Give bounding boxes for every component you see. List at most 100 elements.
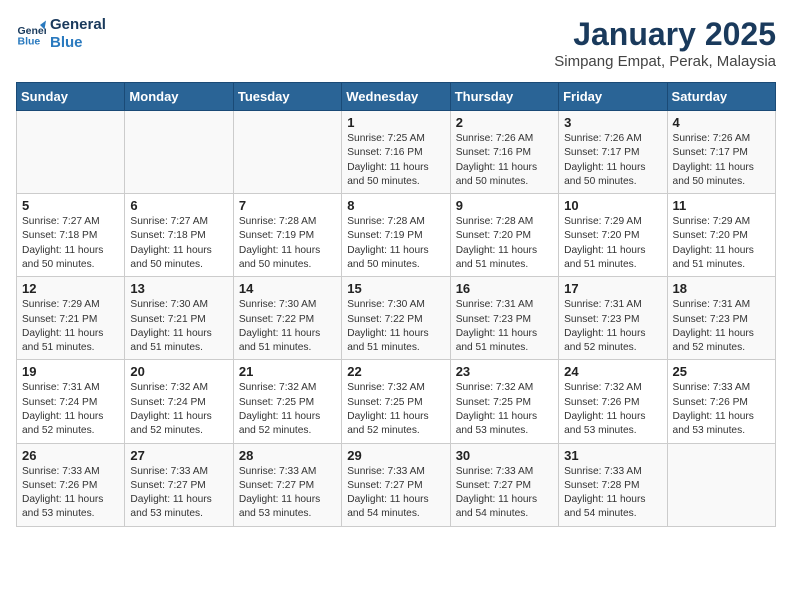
cell-text: Sunset: 7:17 PM <box>673 146 770 160</box>
calendar-cell: 24Sunrise: 7:32 AMSunset: 7:26 PMDayligh… <box>559 360 667 443</box>
cell-text: Sunset: 7:18 PM <box>22 229 119 243</box>
cell-text: Sunrise: 7:30 AM <box>130 298 227 312</box>
cell-text: and 50 minutes. <box>347 258 444 272</box>
cell-text: Sunset: 7:23 PM <box>564 313 661 327</box>
calendar-week-row: 1Sunrise: 7:25 AMSunset: 7:16 PMDaylight… <box>17 111 776 194</box>
weekday-header: Sunday <box>17 83 125 111</box>
cell-text: Daylight: 11 hours <box>239 410 336 424</box>
cell-text: Sunrise: 7:28 AM <box>347 215 444 229</box>
cell-text: Sunrise: 7:31 AM <box>22 381 119 395</box>
cell-text: Sunset: 7:27 PM <box>239 479 336 493</box>
cell-text: Sunset: 7:16 PM <box>347 146 444 160</box>
day-number: 31 <box>564 448 661 463</box>
day-number: 24 <box>564 364 661 379</box>
cell-text: and 53 minutes. <box>130 507 227 521</box>
cell-text: and 52 minutes. <box>673 341 770 355</box>
cell-text: and 50 minutes. <box>564 175 661 189</box>
cell-text: Sunset: 7:27 PM <box>347 479 444 493</box>
cell-text: Sunrise: 7:31 AM <box>456 298 553 312</box>
cell-text: Sunset: 7:20 PM <box>456 229 553 243</box>
cell-text: Daylight: 11 hours <box>347 244 444 258</box>
cell-text: and 50 minutes. <box>456 175 553 189</box>
calendar-cell: 14Sunrise: 7:30 AMSunset: 7:22 PMDayligh… <box>233 277 341 360</box>
cell-text: Daylight: 11 hours <box>673 161 770 175</box>
calendar-cell: 17Sunrise: 7:31 AMSunset: 7:23 PMDayligh… <box>559 277 667 360</box>
cell-text: Sunrise: 7:33 AM <box>347 465 444 479</box>
cell-text: and 52 minutes. <box>22 424 119 438</box>
day-number: 30 <box>456 448 553 463</box>
day-number: 20 <box>130 364 227 379</box>
logo-line2: Blue <box>50 34 106 52</box>
cell-text: Daylight: 11 hours <box>564 410 661 424</box>
calendar-title: January 2025 <box>554 16 776 53</box>
cell-text: Sunrise: 7:27 AM <box>130 215 227 229</box>
cell-text: Sunset: 7:21 PM <box>22 313 119 327</box>
cell-text: Sunset: 7:18 PM <box>130 229 227 243</box>
day-number: 8 <box>347 198 444 213</box>
cell-text: Daylight: 11 hours <box>239 244 336 258</box>
cell-text: Daylight: 11 hours <box>347 161 444 175</box>
calendar-cell: 21Sunrise: 7:32 AMSunset: 7:25 PMDayligh… <box>233 360 341 443</box>
day-number: 15 <box>347 281 444 296</box>
cell-text: Daylight: 11 hours <box>564 244 661 258</box>
cell-text: and 50 minutes. <box>347 175 444 189</box>
cell-text: Daylight: 11 hours <box>130 493 227 507</box>
day-number: 9 <box>456 198 553 213</box>
cell-text: Sunset: 7:21 PM <box>130 313 227 327</box>
cell-text: Daylight: 11 hours <box>130 327 227 341</box>
cell-text: Daylight: 11 hours <box>456 161 553 175</box>
cell-text: Daylight: 11 hours <box>456 244 553 258</box>
cell-text: Daylight: 11 hours <box>22 327 119 341</box>
day-number: 6 <box>130 198 227 213</box>
logo-line1: General <box>50 16 106 34</box>
cell-text: and 51 minutes. <box>564 258 661 272</box>
cell-text: Daylight: 11 hours <box>673 244 770 258</box>
cell-text: Sunset: 7:20 PM <box>673 229 770 243</box>
cell-text: Sunrise: 7:25 AM <box>347 132 444 146</box>
calendar-cell: 15Sunrise: 7:30 AMSunset: 7:22 PMDayligh… <box>342 277 450 360</box>
day-number: 17 <box>564 281 661 296</box>
cell-text: Sunset: 7:24 PM <box>22 396 119 410</box>
cell-text: and 51 minutes. <box>456 258 553 272</box>
cell-text: Sunrise: 7:32 AM <box>347 381 444 395</box>
cell-text: and 52 minutes. <box>564 341 661 355</box>
cell-text: Sunrise: 7:29 AM <box>22 298 119 312</box>
cell-text: and 52 minutes. <box>239 424 336 438</box>
weekday-header: Thursday <box>450 83 558 111</box>
cell-text: Sunset: 7:26 PM <box>22 479 119 493</box>
title-area: January 2025 Simpang Empat, Perak, Malay… <box>554 16 776 70</box>
day-number: 26 <box>22 448 119 463</box>
calendar-cell: 11Sunrise: 7:29 AMSunset: 7:20 PMDayligh… <box>667 194 775 277</box>
cell-text: Sunset: 7:27 PM <box>130 479 227 493</box>
calendar-cell <box>17 111 125 194</box>
day-number: 29 <box>347 448 444 463</box>
day-number: 7 <box>239 198 336 213</box>
calendar-subtitle: Simpang Empat, Perak, Malaysia <box>554 53 776 70</box>
cell-text: Daylight: 11 hours <box>456 327 553 341</box>
calendar-table: SundayMondayTuesdayWednesdayThursdayFrid… <box>16 82 776 527</box>
cell-text: Sunset: 7:26 PM <box>564 396 661 410</box>
cell-text: Sunset: 7:26 PM <box>673 396 770 410</box>
cell-text: and 51 minutes. <box>239 341 336 355</box>
cell-text: Daylight: 11 hours <box>22 244 119 258</box>
cell-text: and 51 minutes. <box>456 341 553 355</box>
calendar-cell: 1Sunrise: 7:25 AMSunset: 7:16 PMDaylight… <box>342 111 450 194</box>
calendar-cell: 7Sunrise: 7:28 AMSunset: 7:19 PMDaylight… <box>233 194 341 277</box>
cell-text: and 50 minutes. <box>239 258 336 272</box>
cell-text: Sunrise: 7:26 AM <box>564 132 661 146</box>
cell-text: and 50 minutes. <box>130 258 227 272</box>
cell-text: Sunrise: 7:32 AM <box>456 381 553 395</box>
cell-text: Daylight: 11 hours <box>564 493 661 507</box>
cell-text: Sunset: 7:16 PM <box>456 146 553 160</box>
cell-text: and 53 minutes. <box>22 507 119 521</box>
day-number: 10 <box>564 198 661 213</box>
cell-text: Daylight: 11 hours <box>347 493 444 507</box>
day-number: 27 <box>130 448 227 463</box>
cell-text: and 53 minutes. <box>673 424 770 438</box>
calendar-cell: 19Sunrise: 7:31 AMSunset: 7:24 PMDayligh… <box>17 360 125 443</box>
logo-icon: General Blue <box>16 19 46 49</box>
calendar-cell: 13Sunrise: 7:30 AMSunset: 7:21 PMDayligh… <box>125 277 233 360</box>
cell-text: Daylight: 11 hours <box>564 161 661 175</box>
day-number: 18 <box>673 281 770 296</box>
calendar-cell: 3Sunrise: 7:26 AMSunset: 7:17 PMDaylight… <box>559 111 667 194</box>
